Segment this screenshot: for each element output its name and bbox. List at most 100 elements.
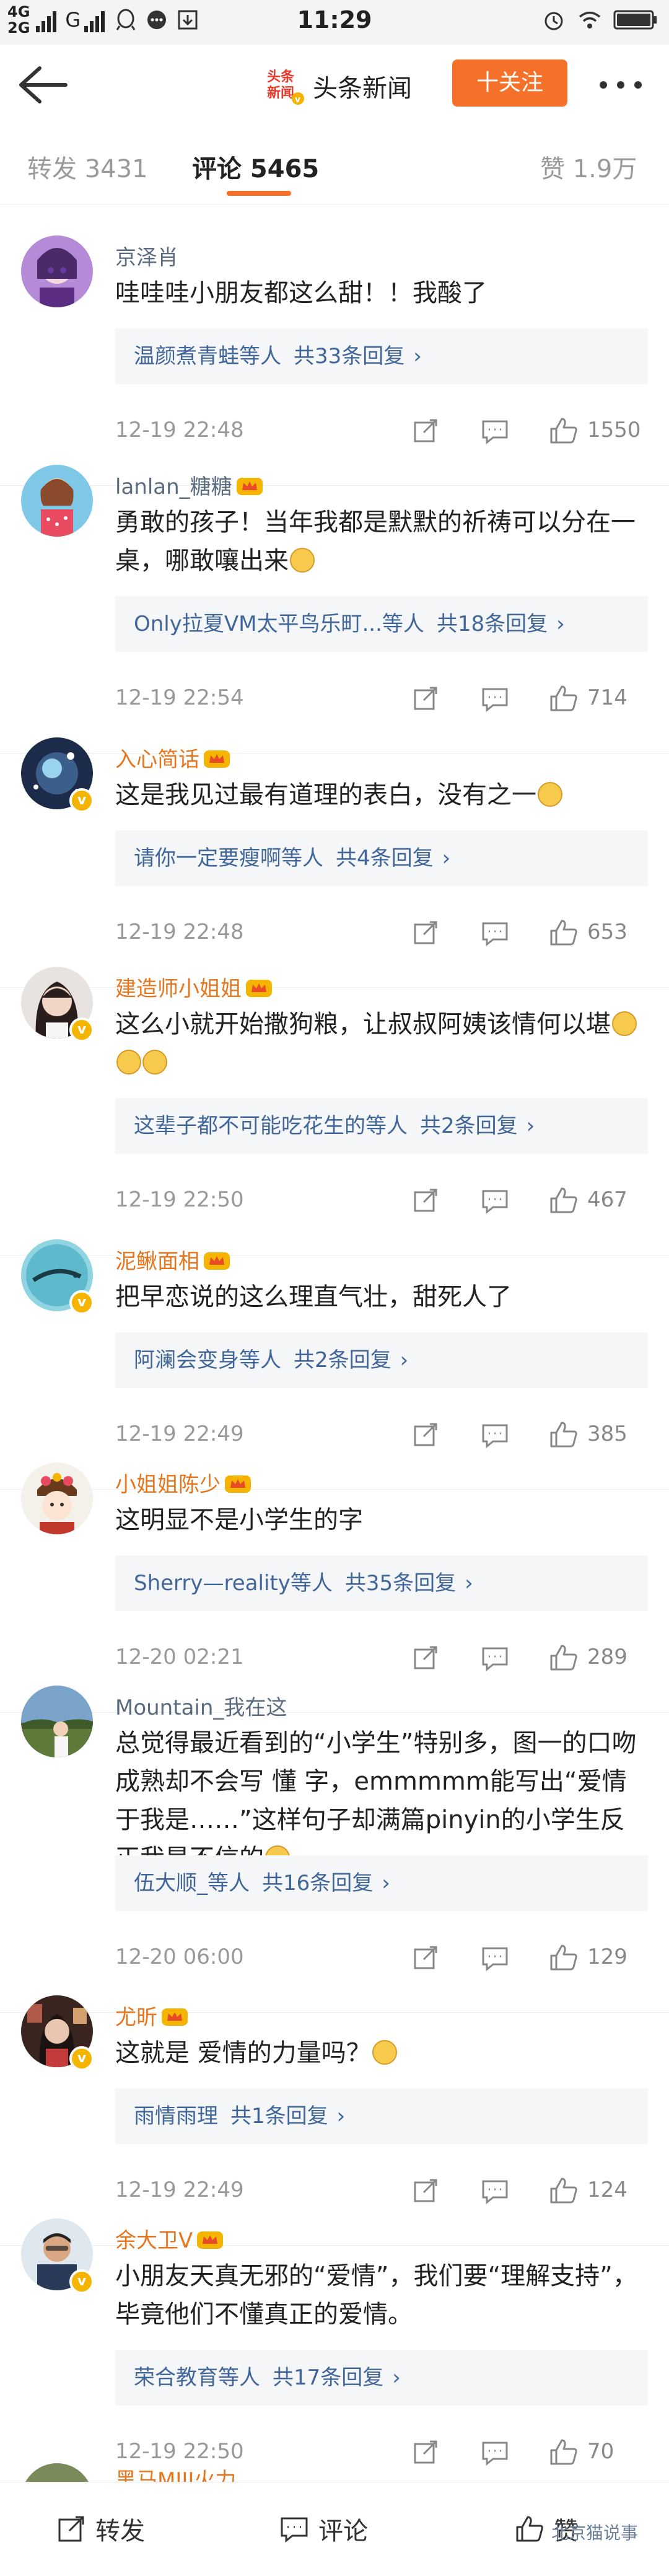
- comment-username[interactable]: Mountain_我在这: [115, 1690, 287, 1721]
- chevron-right-icon: ›: [442, 846, 451, 871]
- reply-summary[interactable]: 请你一定要瘦啊等人 共4条回复 ›: [115, 830, 648, 886]
- comment-username[interactable]: 入心简话: [115, 742, 230, 773]
- page: { "status_bar": { "net_top": "4G", "net_…: [0, 0, 669, 2576]
- reply-count: 共18条回复: [436, 612, 548, 636]
- reply-names: 伍大顺_等人: [134, 1871, 250, 1896]
- chevron-right-icon: ›: [526, 1114, 535, 1138]
- reply-names: 请你一定要瘦啊等人: [134, 846, 323, 871]
- comment-username[interactable]: 泥鳅面相: [115, 1244, 230, 1275]
- reply-summary[interactable]: 雨情雨理 共1条回复 ›: [115, 2088, 648, 2144]
- vip-crown-icon: [162, 2008, 188, 2026]
- tab-bar: 转发 3431 评论 5465 赞 1.9万: [0, 125, 669, 204]
- reply-names: 温颜煮青蛙等人: [134, 344, 281, 369]
- reply-names: 这辈子都不可能吃花生的等人: [134, 1114, 408, 1138]
- reply-summary[interactable]: 伍大顺_等人 共16条回复 ›: [115, 1855, 648, 1911]
- svg-text:新闻: 新闻: [267, 85, 294, 101]
- reply-count: 共2条回复: [294, 1348, 391, 1373]
- vip-crown-icon: [246, 980, 272, 997]
- comment-username[interactable]: 余大卫V: [115, 2223, 224, 2254]
- comment-item: lanlan_糖糖勇敢的孩子！当年我都是默默的祈祷可以分在一桌，哪敢嚷出来 Onl…: [0, 434, 669, 754]
- back-arrow-icon[interactable]: [15, 63, 71, 107]
- like-icon[interactable]: [549, 2438, 579, 2466]
- svg-text:v: v: [295, 95, 300, 105]
- comment-body: 这么小就开始撒狗粮，让叔叔阿姨该情何以堪: [115, 1010, 611, 1039]
- share-icon[interactable]: [413, 2439, 440, 2466]
- comment-body: 这是我见过最有道理的表白，没有之一: [115, 781, 536, 809]
- like-count: 70: [587, 2439, 614, 2464]
- verified-badge-icon: v: [69, 1290, 94, 1315]
- comment-item: Mountain_我在这总觉得最近看到的“小学生”特别多，图一的口吻成熟却不会写…: [0, 1655, 669, 2013]
- svg-text:头条: 头条: [267, 69, 295, 85]
- status-icons: [541, 7, 658, 32]
- comment-icon: [281, 2517, 308, 2543]
- comment-username[interactable]: lanlan_糖糖: [115, 470, 263, 500]
- reply-count: 共16条回复: [262, 1871, 374, 1896]
- emoji-icon: [612, 1011, 637, 1036]
- comment-text: 总觉得最近看到的“小学生”特别多，图一的口吻成熟却不会写 懂 字，emmmmm能…: [115, 1724, 649, 1878]
- comment-username-text: lanlan_糖糖: [115, 475, 232, 499]
- comment-text: 这么小就开始撒狗粮，让叔叔阿姨该情何以堪: [115, 1005, 649, 1082]
- comment-item: v 建造师小姐姐 这么小就开始撒狗粮，让叔叔阿姨该情何以堪 这辈子都不可能吃花生的等人…: [0, 936, 669, 1255]
- vip-crown-icon: [236, 478, 263, 495]
- chevron-right-icon: ›: [400, 1348, 409, 1373]
- tab-repost[interactable]: 转发 3431: [27, 149, 148, 185]
- reply-count: 共4条回复: [336, 846, 434, 871]
- vip-crown-icon: [197, 2231, 224, 2249]
- tab-like[interactable]: 赞 1.9万: [540, 149, 637, 185]
- comment-username-text: 余大卫V: [115, 2228, 193, 2253]
- avatar[interactable]: [21, 465, 93, 537]
- reply-summary[interactable]: Only拉夏VM太平鸟乐町...等人 共18条回复 ›: [115, 596, 648, 652]
- reply-names: 雨情雨理: [134, 2104, 218, 2129]
- bottom-comment-button[interactable]: 评论: [279, 2511, 368, 2547]
- account-name[interactable]: 头条新闻: [313, 68, 412, 104]
- battery-icon: [613, 10, 657, 30]
- comment-username[interactable]: 建造师小姐姐: [115, 972, 273, 1002]
- reply-summary[interactable]: 荣合教育等人 共17条回复 ›: [115, 2350, 648, 2406]
- comment-body: 勇敢的孩子！当年我都是默默的祈祷可以分在一桌，哪敢嚷出来: [115, 508, 636, 575]
- toutiao-logo-icon: 头条 新闻 v: [263, 64, 305, 106]
- reply-summary[interactable]: 这辈子都不可能吃花生的等人 共2条回复 ›: [115, 1098, 648, 1154]
- verified-badge-icon: v: [69, 2046, 94, 2071]
- partial-comment: 黑马MIII火力: [0, 2463, 669, 2482]
- comment-body: 这就是 爱情的力量吗？: [115, 2039, 371, 2067]
- avatar[interactable]: [21, 1686, 93, 1757]
- comment-username[interactable]: 京泽肖: [115, 240, 178, 271]
- wifi-icon: [579, 11, 601, 29]
- vip-crown-icon: [204, 750, 230, 768]
- comment-text: 小朋友天真无邪的“爱情”，我们要“理解支持”，毕竟他们不懂真正的爱情。: [115, 2257, 649, 2334]
- reply-names: 阿澜会变身等人: [134, 1348, 281, 1373]
- reply-summary[interactable]: 温颜煮青蛙等人 共33条回复 ›: [115, 328, 648, 384]
- tab-comment[interactable]: 评论 5465: [192, 149, 319, 185]
- comment-username[interactable]: 尤昕: [115, 2000, 188, 2031]
- reply-names: 荣合教育等人: [134, 2365, 260, 2390]
- comment-text: 把早恋说的这么理直气壮，甜死人了: [115, 1278, 649, 1316]
- chevron-right-icon: ›: [413, 344, 422, 369]
- bottom-repost-button[interactable]: 转发: [56, 2511, 145, 2547]
- comment-text: 勇敢的孩子！当年我都是默默的祈祷可以分在一桌，哪敢嚷出来: [115, 503, 649, 580]
- comment-username-text: Mountain_我在这: [115, 1695, 287, 1720]
- emoji-icon: [142, 1050, 167, 1075]
- reply-summary[interactable]: Sherry—reality等人 共35条回复 ›: [115, 1555, 648, 1611]
- comment-username-text: 小姐姐陈少: [115, 1472, 221, 1497]
- avatar[interactable]: [21, 1462, 93, 1534]
- comment-username[interactable]: 小姐姐陈少: [115, 1467, 251, 1498]
- chevron-right-icon: ›: [336, 2104, 346, 2129]
- alarm-icon: [544, 12, 563, 30]
- reply-count: 共35条回复: [344, 1571, 457, 1596]
- reply-count: 共33条回复: [294, 344, 405, 369]
- comment-body: 小朋友天真无邪的“爱情”，我们要“理解支持”，毕竟他们不懂真正的爱情。: [115, 2262, 637, 2329]
- comment-time: 12-19 22:50: [115, 2439, 244, 2464]
- chevron-right-icon: ›: [465, 1571, 473, 1596]
- watermark: 北京猫说事: [551, 2523, 639, 2543]
- follow-button[interactable]: 十关注: [452, 59, 567, 107]
- reply-names: Sherry—reality等人: [134, 1571, 333, 1596]
- avatar[interactable]: [21, 235, 93, 307]
- comment-username[interactable]: 黑马MIII火力: [115, 2463, 236, 2482]
- nav-bar: 头条 新闻 v 头条新闻 十关注: [0, 45, 669, 125]
- reply-icon[interactable]: [481, 2439, 509, 2466]
- reply-names: Only拉夏VM太平鸟乐町...等人: [134, 612, 424, 636]
- bottom-repost-label: 转发: [95, 2517, 145, 2546]
- more-menu-icon[interactable]: [600, 76, 655, 94]
- chevron-right-icon: ›: [556, 612, 565, 636]
- reply-summary[interactable]: 阿澜会变身等人 共2条回复 ›: [115, 1332, 648, 1388]
